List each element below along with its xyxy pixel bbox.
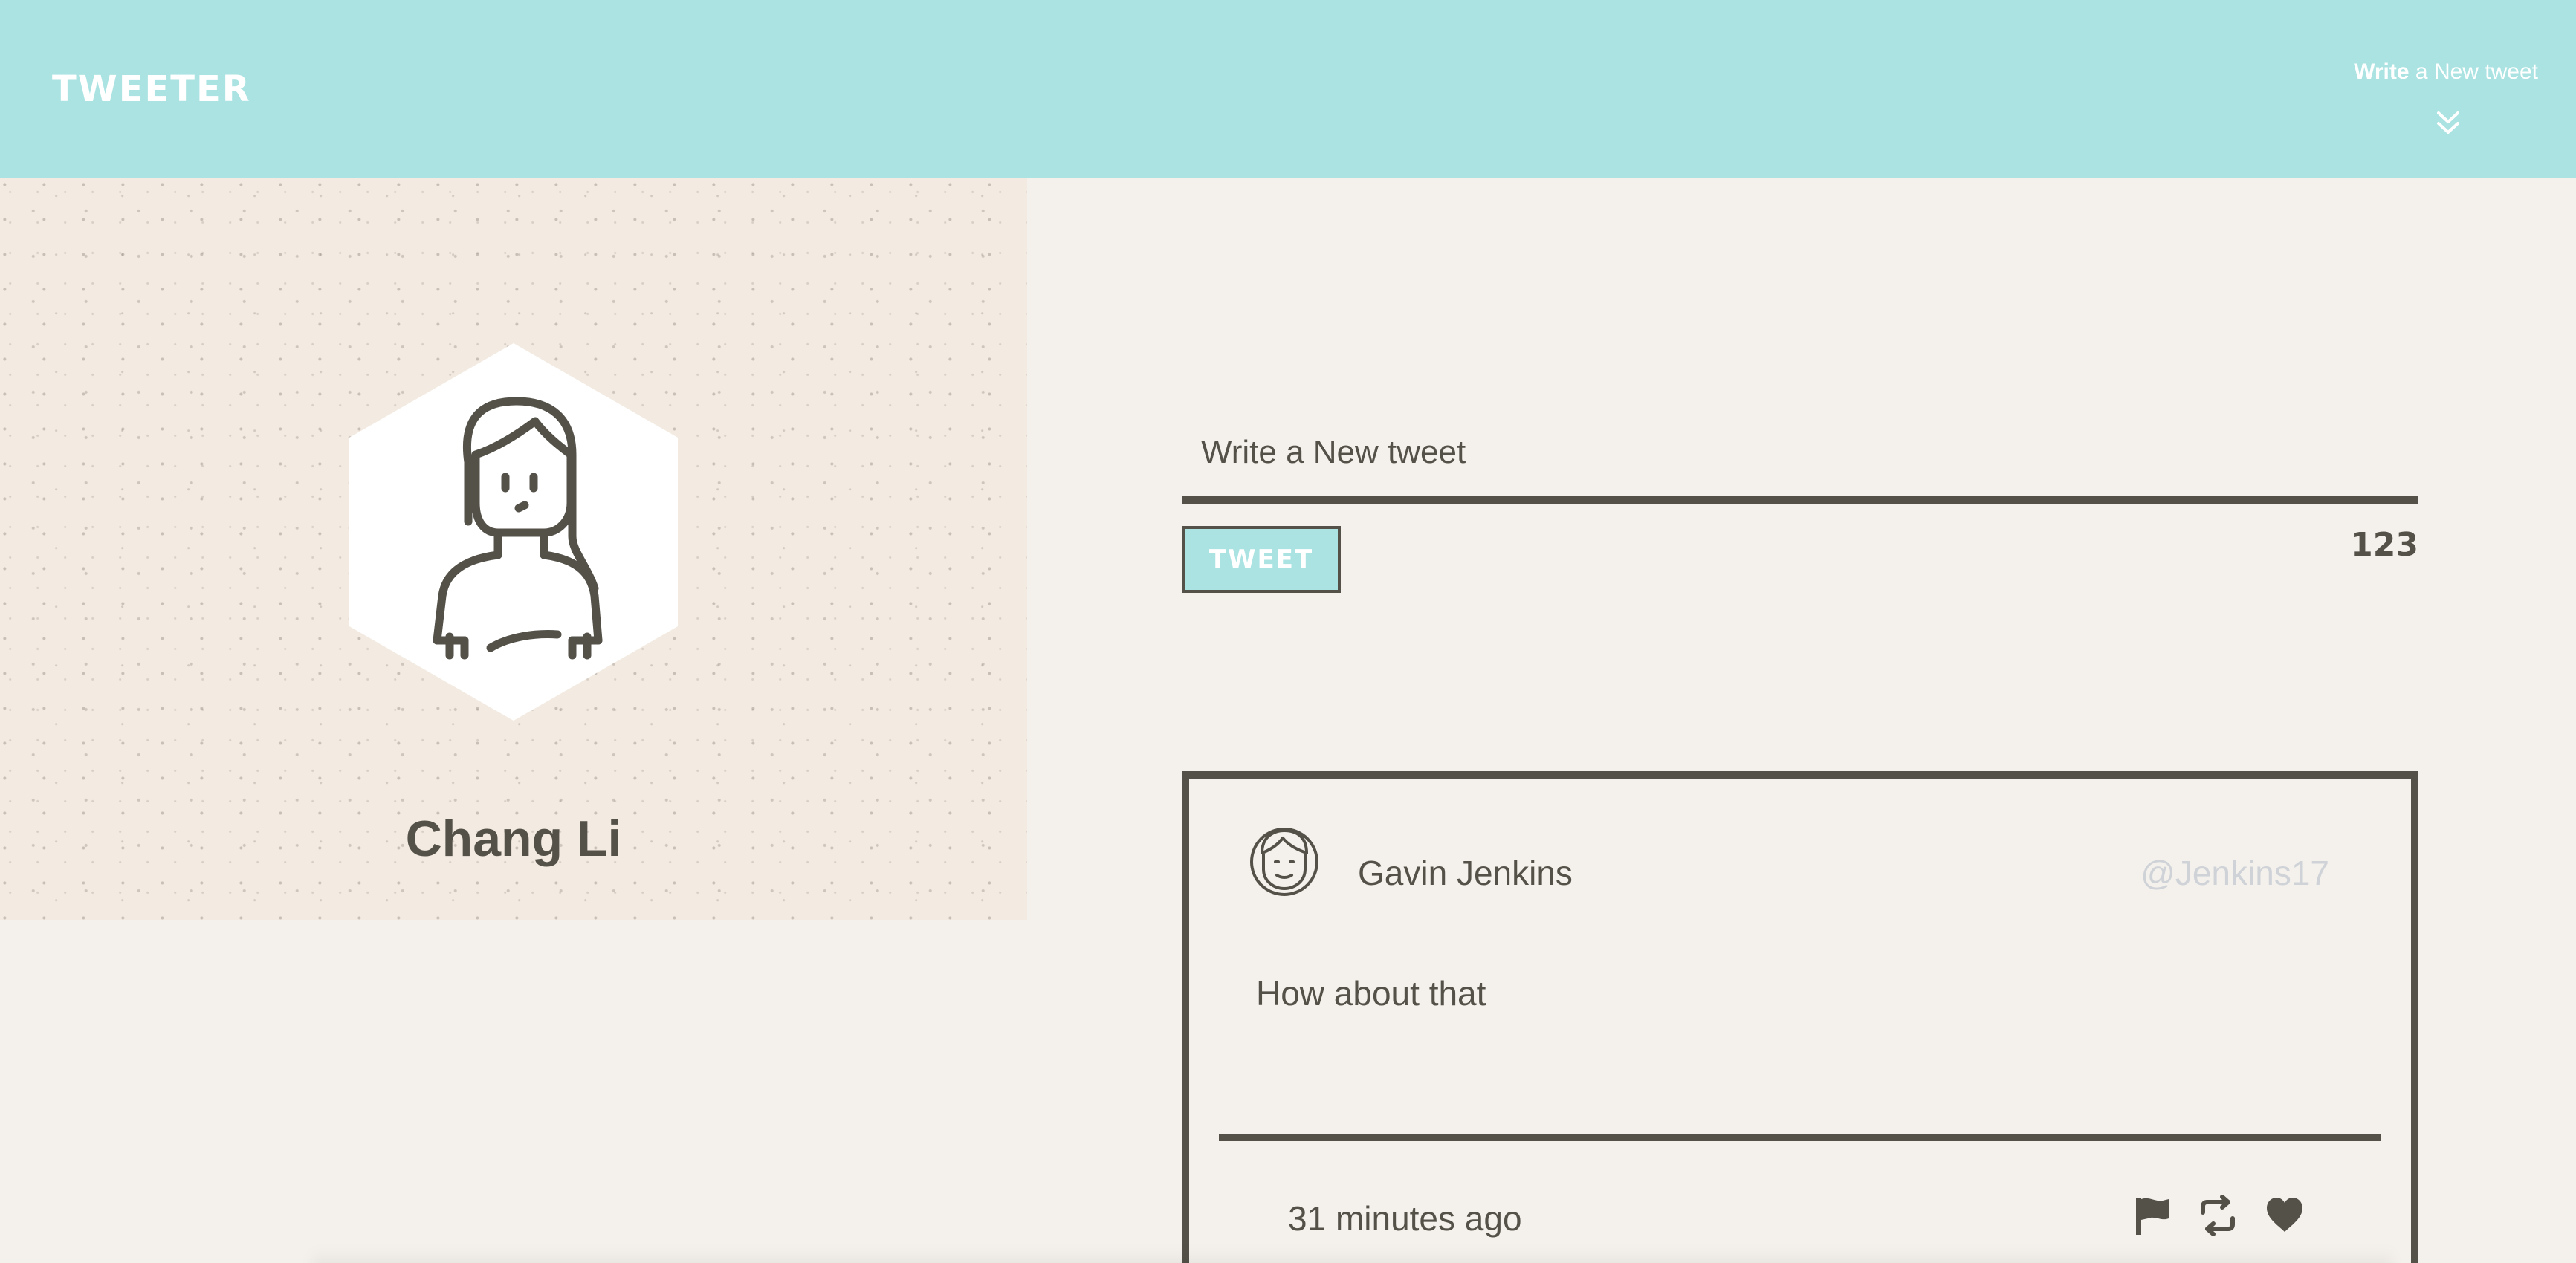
man-avatar-icon <box>1250 828 1318 896</box>
bottom-shadow <box>312 1248 2393 1263</box>
compose-toggle[interactable]: Write a New tweet <box>2315 59 2538 85</box>
tweet-composer: TWEET 123 <box>1182 394 2418 593</box>
retweet-icon[interactable] <box>2195 1195 2240 1236</box>
woman-avatar-icon <box>349 343 678 721</box>
tweet-author-name: Gavin Jenkins <box>1358 854 1573 892</box>
profile-name: Chang Li <box>405 811 622 867</box>
page: TWEETER Write a New tweet Chang Li Write… <box>0 0 2576 1263</box>
compose-toggle-bold: Write <box>2354 59 2410 84</box>
flag-icon[interactable] <box>2133 1195 2172 1236</box>
brand-logo[interactable]: TWEETER <box>52 68 251 110</box>
compose-toggle-label[interactable]: Write a New tweet <box>2315 59 2538 85</box>
tweet-input[interactable] <box>1182 394 2418 504</box>
double-chevron-down-icon[interactable] <box>2436 110 2461 137</box>
tweet-divider <box>1219 1134 2381 1141</box>
profile-panel: Chang Li <box>0 178 1027 920</box>
tweet-timestamp: 31 minutes ago <box>1288 1199 1522 1238</box>
tweet-author-handle: @Jenkins17 <box>2140 854 2329 892</box>
heart-icon[interactable] <box>2264 1195 2305 1236</box>
top-navbar: TWEETER Write a New tweet <box>0 0 2576 178</box>
tweet-button[interactable]: TWEET <box>1182 526 1341 593</box>
compose-toggle-rest: a New tweet <box>2415 59 2538 84</box>
tweet-text: How about that <box>1256 974 1486 1013</box>
char-counter: 123 <box>2350 526 2418 564</box>
tweet-card: Gavin Jenkins @Jenkins17 How about that … <box>1182 771 2418 1263</box>
